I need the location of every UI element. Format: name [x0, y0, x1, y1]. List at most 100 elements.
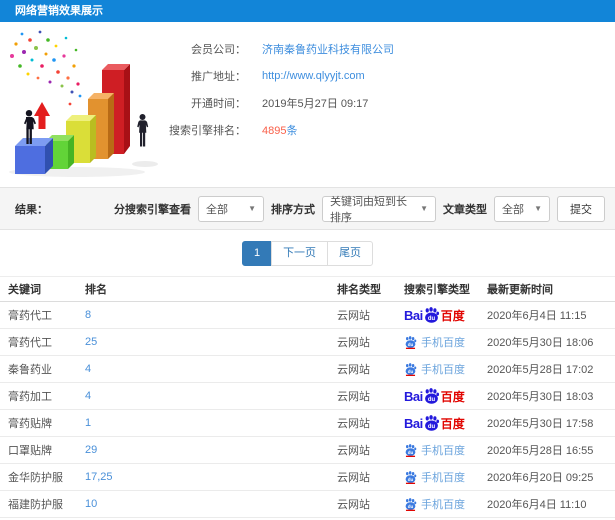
ranking-count-suffix: 条	[286, 124, 298, 137]
updated-cell: 2020年6月4日 11:15	[487, 310, 587, 322]
table-body: 膏药代工 8 云网站 Bai du 百度 2020年6月4日 11:15 膏药代工 25 云网站 d…	[0, 302, 615, 520]
submit-button[interactable]: 提交	[557, 195, 605, 222]
ranking-count-number: 4895	[262, 124, 287, 137]
page-title: 网络营销效果展示	[0, 0, 615, 22]
rank-link[interactable]: 25	[85, 336, 97, 348]
rank-cell: 4	[85, 390, 337, 402]
sort-select[interactable]: 关键词由短到长排序 ▼	[322, 195, 436, 224]
open-time-label: 开通时间：	[191, 97, 246, 110]
filter-controls: 分搜索引擎查看 全部 ▼ 排序方式 关键词由短到长排序 ▼ 文章类型 全部 ▼ …	[114, 195, 605, 224]
company-info: 会员公司： 济南秦鲁药业科技有限公司 推广地址： http://www.qlyy…	[150, 35, 394, 143]
confetti-dots	[10, 30, 82, 106]
ranking-count-value: 4895条	[262, 122, 297, 138]
result-label: 结果：	[15, 203, 48, 216]
mobile-baidu-paw-icon: du	[405, 497, 417, 511]
rank-link[interactable]: 17,25	[85, 471, 113, 483]
mobile-baidu-text: 手机百度	[421, 337, 465, 349]
businessman-right	[137, 114, 149, 147]
rank-cell: 8	[85, 309, 337, 321]
engine-filter-label: 分搜索引擎查看	[114, 203, 191, 216]
info-section: 会员公司： 济南秦鲁药业科技有限公司 推广地址： http://www.qlyy…	[0, 22, 615, 187]
engine-cell: Bai du 百度	[404, 306, 487, 324]
blue-cube	[15, 138, 53, 174]
rank-type-cell: 云网站	[337, 310, 370, 322]
keyword-cell: 福建防护服	[8, 499, 63, 511]
filter-bar: 结果： 分搜索引擎查看 全部 ▼ 排序方式 关键词由短到长排序 ▼ 文章类型 全…	[0, 187, 615, 230]
baidu-logo-cn: 百度	[440, 389, 465, 404]
ranking-count-label: 搜索引擎排名：	[169, 124, 246, 137]
engine-filter-value: 全部	[206, 203, 228, 216]
mobile-baidu-logo: du 手机百度	[404, 442, 465, 458]
article-type-select[interactable]: 全部 ▼	[494, 195, 550, 222]
baidu-logo: Bai du 百度	[404, 306, 465, 324]
table-row: 福建防护服 10 云网站 du 手机百度 2020年6月4日 11:10	[0, 491, 615, 518]
rank-link[interactable]: 8	[85, 309, 91, 321]
baidu-logo-text: Bai	[404, 307, 423, 323]
updated-cell: 2020年6月4日 11:10	[487, 499, 587, 511]
engine-cell: du 手机百度	[404, 334, 487, 350]
table-row: 膏药加工 4 云网站 Bai du 百度 2020年5月30日 18:03	[0, 383, 615, 410]
svg-text:du: du	[408, 368, 414, 373]
mobile-baidu-logo: du 手机百度	[404, 334, 465, 350]
engine-filter-select[interactable]: 全部 ▼	[198, 195, 264, 222]
chevron-down-icon: ▼	[248, 204, 256, 213]
keyword-cell: 膏药代工	[8, 337, 52, 349]
baidu-logo-text: Bai	[404, 388, 423, 404]
rank-link[interactable]: 1	[85, 417, 91, 429]
mobile-baidu-logo: du 手机百度	[404, 469, 465, 485]
page-1-button[interactable]: 1	[241, 241, 273, 266]
open-time-value: 2019年5月27日 09:17	[262, 97, 369, 110]
promo-url-link[interactable]: http://www.qlyyjt.com	[262, 70, 365, 82]
updated-cell: 2020年6月20日 09:25	[487, 472, 594, 484]
results-table: 关键词 排名 排名类型 搜索引擎类型 最新更新时间 膏药代工 8 云网站 Bai du 百…	[0, 276, 615, 520]
mobile-baidu-logo: du 手机百度	[404, 361, 465, 377]
table-row: 口罩贴牌 29 云网站 du 手机百度 2020年5月28日 16:55	[0, 437, 615, 464]
rank-link[interactable]: 10	[85, 498, 97, 510]
baidu-logo: Bai du 百度	[404, 387, 465, 405]
engine-cell: Bai du 百度	[404, 414, 487, 432]
rank-type-cell: 云网站	[337, 391, 370, 403]
company-label: 会员公司：	[191, 43, 246, 56]
rank-cell: 17,25	[85, 471, 337, 483]
updated-cell: 2020年5月30日 18:03	[487, 391, 594, 403]
rank-type-cell: 云网站	[337, 418, 370, 430]
engine-cell: du 手机百度	[404, 496, 487, 512]
svg-text:du: du	[408, 503, 414, 508]
rank-cell: 10	[85, 498, 337, 510]
mobile-baidu-paw-icon: du	[405, 443, 417, 457]
engine-cell: du 手机百度	[404, 442, 487, 458]
chevron-down-icon: ▼	[420, 204, 428, 213]
mobile-baidu-text: 手机百度	[421, 364, 465, 376]
mobile-baidu-text: 手机百度	[421, 472, 465, 484]
mobile-baidu-text: 手机百度	[421, 445, 465, 457]
last-page-button[interactable]: 尾页	[327, 241, 374, 266]
baidu-paw-icon: du	[424, 387, 439, 404]
sort-value: 关键词由短到长排序	[330, 195, 407, 224]
rank-type-cell: 云网站	[337, 337, 370, 349]
rank-link[interactable]: 4	[85, 363, 91, 375]
baidu-logo-cn: 百度	[440, 416, 465, 431]
baidu-logo-text: Bai	[404, 415, 423, 431]
engine-cell: du 手机百度	[404, 469, 487, 485]
next-page-button[interactable]: 下一页	[271, 241, 329, 266]
sort-label: 排序方式	[271, 203, 315, 216]
table-row: 膏药代工 25 云网站 du 手机百度 2020年5月30日 18:06	[0, 329, 615, 356]
svg-text:du: du	[428, 315, 436, 321]
pagination: 1 下一页 尾页	[0, 241, 615, 266]
mobile-baidu-text: 手机百度	[421, 499, 465, 511]
rank-cell: 1	[85, 417, 337, 429]
company-name-link[interactable]: 济南秦鲁药业科技有限公司	[262, 41, 394, 57]
mobile-baidu-paw-icon: du	[405, 335, 417, 349]
marketing-report-page: 网络营销效果展示 会员公司： 济南秦鲁药业科技有限公司 推广地址： http:/…	[0, 0, 615, 520]
updated-cell: 2020年5月30日 17:58	[487, 418, 594, 430]
table-row: 膏药贴牌 1 云网站 Bai du 百度 2020年5月30日 17:58	[0, 410, 615, 437]
table-row: 金华防护服 17,25 云网站 du 手机百度 2020年6月20日 09:25	[0, 464, 615, 491]
header-updated: 最新更新时间	[487, 284, 553, 296]
table-row: 膏药代工 8 云网站 Bai du 百度 2020年6月4日 11:15	[0, 302, 615, 329]
chevron-down-icon: ▼	[534, 204, 542, 213]
rank-cell: 4	[85, 363, 337, 375]
rank-link[interactable]: 29	[85, 444, 97, 456]
svg-text:du: du	[428, 423, 436, 429]
rank-type-cell: 云网站	[337, 499, 370, 511]
rank-link[interactable]: 4	[85, 390, 91, 402]
